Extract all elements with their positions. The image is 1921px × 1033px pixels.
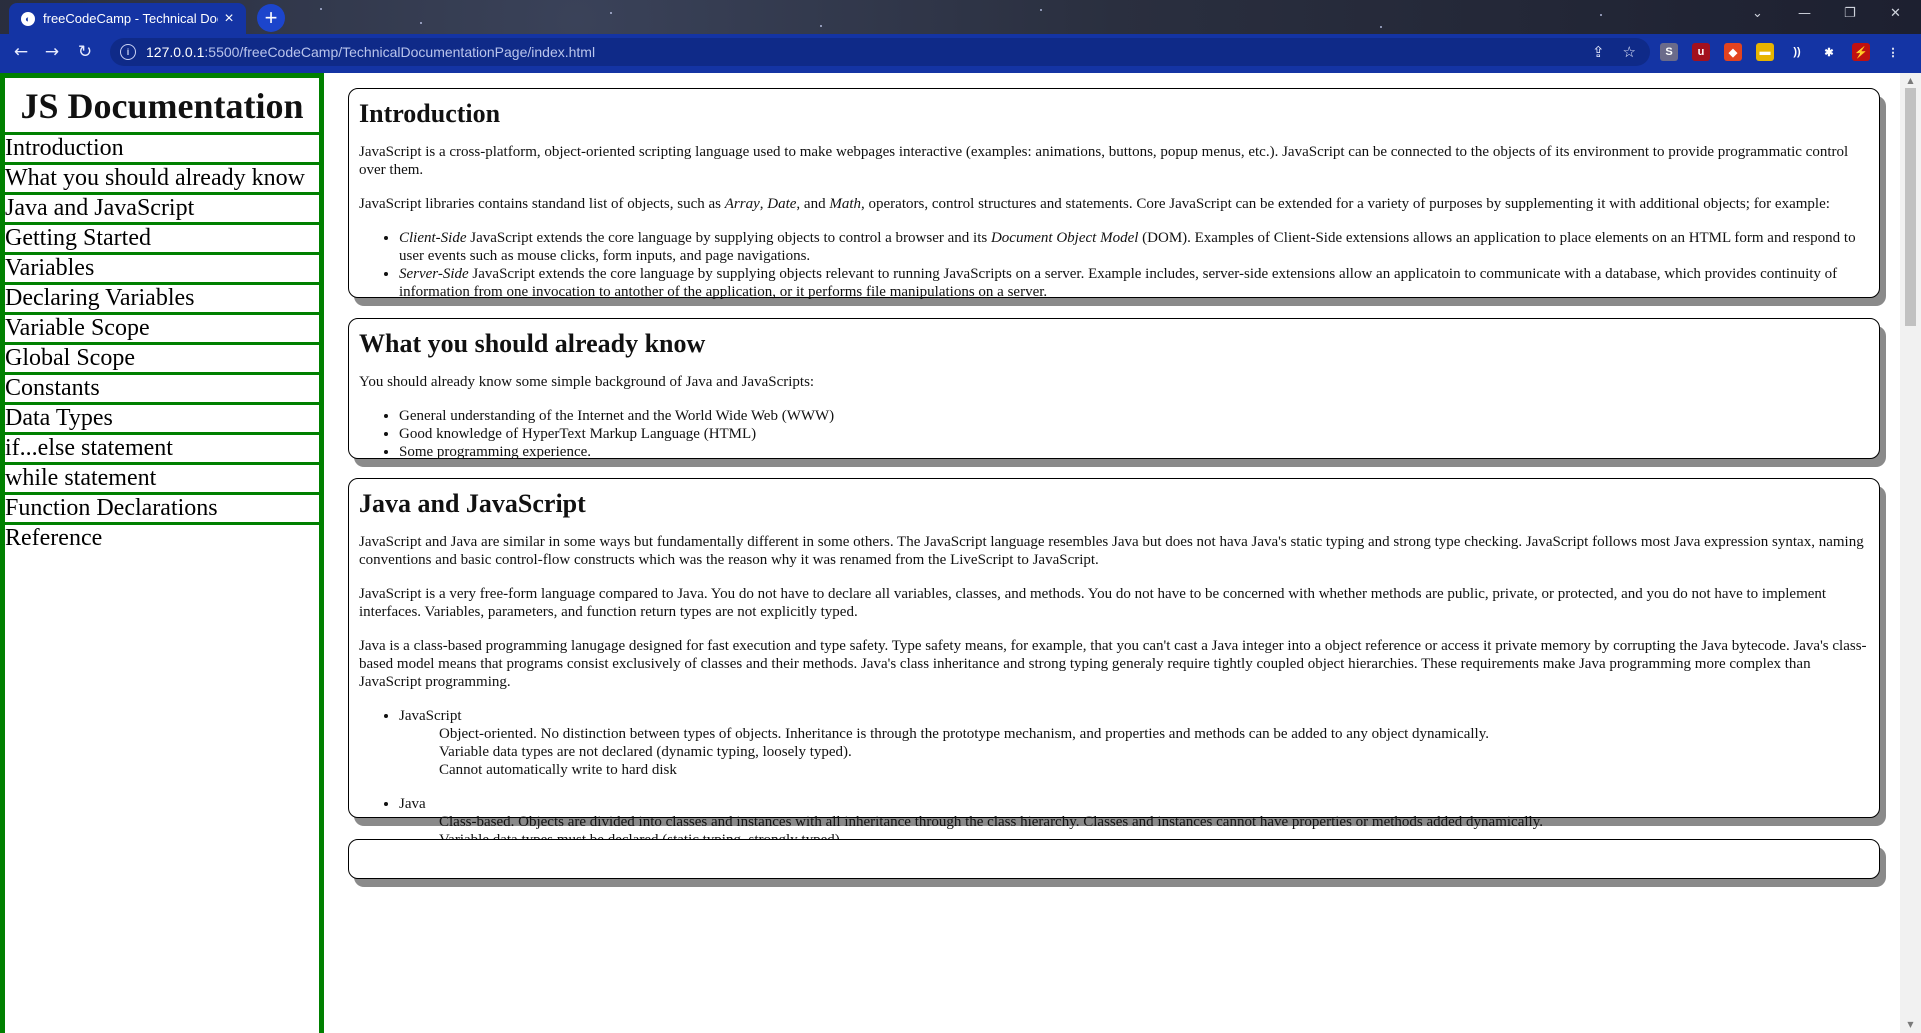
ublock-icon[interactable]: u [1692,43,1710,61]
browser-titlebar: ◐ freeCodeCamp - Technical Docur × + ⌄ —… [0,0,1921,34]
url-host: 127.0.0.1 [146,44,205,60]
nav-link-variables[interactable]: Variables [5,255,319,285]
minimize-button[interactable]: — [1798,6,1811,21]
nav-link-data-types[interactable]: Data Types [5,405,319,435]
bookmark-star-icon[interactable]: ☆ [1623,43,1636,61]
list-item: Server-Side JavaScript extends the core … [399,265,1869,301]
extensions-bar: Su ◆ ▬)) ✱ ⚡ ⋮ [1660,43,1902,61]
paragraph: You should already know some simple back… [359,374,815,390]
list-item: JavaScript [399,707,1869,725]
section-java-and-javascript: Java and JavaScript JavaScript and Java … [348,478,1880,866]
scrollbar-thumb[interactable] [1905,88,1916,326]
definition-line: Class-based. Objects are divided into cl… [439,814,1543,830]
nav-link-variable-scope[interactable]: Variable Scope [5,315,319,345]
nav-link-if-else-statement[interactable]: if...else statement [5,435,319,465]
nav-link-declaring-variables[interactable]: Declaring Variables [5,285,319,315]
paragraph: JavaScript libraries contains standand l… [359,196,1830,212]
definition-line: Cannot automatically write to hard disk [439,762,677,778]
paragraph: JavaScript is a very free-form language … [359,586,1827,620]
browser-tab-active[interactable]: ◐ freeCodeCamp - Technical Docur × [9,3,246,34]
s-extension-icon[interactable]: S [1660,43,1678,61]
address-bar[interactable]: i 127.0.0.1:5500/freeCodeCamp/TechnicalD… [110,38,1650,66]
bullet-list: Client-Side JavaScript extends the core … [359,229,1869,301]
bullet-list: General understanding of the Internet an… [359,407,1869,461]
tab-title: freeCodeCamp - Technical Docur [43,11,218,26]
share-icon[interactable]: ⇪ [1592,43,1605,61]
forward-icon[interactable]: → [40,40,64,64]
definition-list: Java [359,795,1869,813]
list-item: General understanding of the Internet an… [399,407,1869,425]
yellow-extension-icon[interactable]: ▬ [1756,43,1774,61]
paragraph: Java is a class-based programming lanuga… [359,638,1867,690]
nav-link-java-and-javascript[interactable]: Java and JavaScript [5,195,319,225]
definition-list: JavaScript [359,707,1869,725]
restore-button[interactable]: ❐ [1844,6,1856,21]
profile-icon[interactable]: ⚡ [1852,43,1870,61]
site-info-icon[interactable]: i [120,44,136,60]
nav-link-getting-started[interactable]: Getting Started [5,225,319,255]
browser-toolbar: ← → ↻ i 127.0.0.1:5500/freeCodeCamp/Tech… [0,34,1921,70]
paragraph: JavaScript and Java are similar in some … [359,534,1864,568]
nav-link-while-statement[interactable]: while statement [5,465,319,495]
nav-link-introduction[interactable]: Introduction [5,135,319,165]
section-title: What you should already know [359,329,706,358]
back-icon[interactable]: ← [9,40,33,64]
close-window-button[interactable]: ✕ [1890,6,1901,21]
section-title: Java and JavaScript [359,489,586,518]
scroll-down-icon[interactable]: ▼ [1905,1020,1916,1030]
section-introduction: Introduction JavaScript is a cross-platf… [348,88,1880,301]
nav-link-function-declarations[interactable]: Function Declarations [5,495,319,525]
list-item: Good knowledge of HyperText Markup Langu… [399,425,1869,443]
nav-link-global-scope[interactable]: Global Scope [5,345,319,375]
javascript-definition: Object-oriented. No distinction between … [439,725,1869,779]
main-doc: Introduction JavaScript is a cross-platf… [334,73,1898,1033]
section-what-you-should-already-know: What you should already know You should … [348,318,1880,461]
puzzle-icon[interactable]: ✱ [1820,43,1838,61]
definition-line: Object-oriented. No distinction between … [439,726,1489,742]
sidebar-nav: JS Documentation Introduction What you sh… [0,73,324,1033]
paragraph: JavaScript is a cross-platform, object-o… [359,144,1849,178]
section-title: Introduction [359,99,501,128]
list-item: Java [399,795,1869,813]
new-tab-button[interactable]: + [257,4,285,32]
nav-link-what-you-should-already-know[interactable]: What you should already know [5,165,319,195]
section-getting-started [348,839,1880,879]
list-item: Client-Side JavaScript extends the core … [399,229,1869,265]
url-path: :5500/freeCodeCamp/TechnicalDocumentatio… [204,44,596,60]
definition-line: Variable data types are not declared (dy… [439,744,852,760]
scroll-up-icon[interactable]: ▲ [1905,76,1916,86]
tab-search-icon[interactable]: ⌄ [1752,6,1763,21]
fcc-favicon-icon: ◐ [21,11,35,26]
nav-title: JS Documentation [5,78,319,135]
tab-close-icon[interactable]: × [218,10,240,28]
nav-link-reference[interactable]: Reference [5,525,319,552]
git-extension-icon[interactable]: ◆ [1724,43,1742,61]
nav-link-constants[interactable]: Constants [5,375,319,405]
list-item: Some programming experience. [399,443,1869,461]
reload-icon[interactable]: ↻ [73,40,97,64]
wave-extension-icon[interactable]: )) [1788,43,1806,61]
menu-icon[interactable]: ⋮ [1884,43,1902,61]
